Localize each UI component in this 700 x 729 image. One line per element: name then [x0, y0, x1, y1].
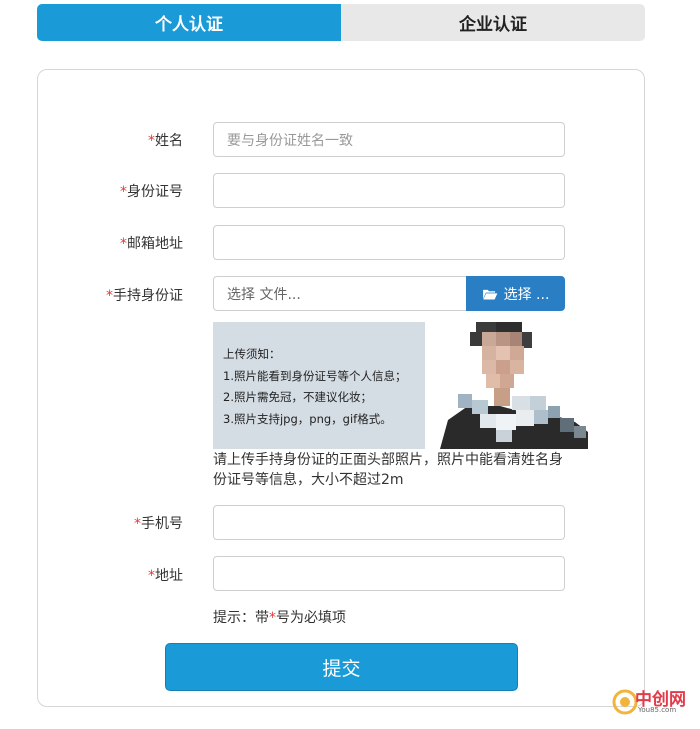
required-mark: * [106, 288, 113, 304]
submit-button[interactable]: 提交 [165, 643, 518, 691]
email-input[interactable] [213, 225, 565, 260]
notice-title: 上传须知： [223, 347, 281, 361]
email-label: *邮箱地址 [120, 236, 183, 252]
file-upload: 选择 文件... 选择 ... [213, 276, 565, 311]
file-name-field[interactable]: 选择 文件... [213, 276, 466, 311]
tab-enterprise-auth[interactable]: 企业认证 [341, 4, 645, 41]
idcard-label: *身份证号 [120, 184, 183, 200]
notice-line-3: 3.照片支持jpg，png，gif格式。 [223, 411, 392, 426]
upload-notice-box: 上传须知： 1.照片能看到身份证号等个人信息； 2.照片需免冠，不建议化妆； 3… [213, 322, 425, 449]
sample-photo [440, 322, 588, 449]
choose-file-button[interactable]: 选择 ... [466, 276, 565, 311]
notice-line-2: 2.照片需免冠，不建议化妆； [223, 390, 372, 404]
watermark-subtext: You85.com [638, 706, 677, 714]
handheld-id-label: *手持身份证 [106, 288, 183, 304]
upload-hint-text: 请上传手持身份证的正面头部照片，照片中能看清姓名身份证号等信息，大小不超过2m [213, 452, 563, 488]
address-input[interactable] [213, 556, 565, 591]
required-mark: * [148, 133, 155, 149]
name-input[interactable]: 要与身份证姓名一致 [213, 122, 565, 157]
required-mark: * [148, 568, 155, 584]
phone-label: *手机号 [134, 516, 183, 532]
notice-line-1: 1.照片能看到身份证号等个人信息； [223, 368, 407, 383]
phone-input[interactable] [213, 505, 565, 540]
tab-personal-auth[interactable]: 个人认证 [37, 4, 341, 41]
folder-open-icon [482, 289, 497, 300]
address-label: *地址 [148, 568, 183, 584]
name-placeholder: 要与身份证姓名一致 [227, 132, 353, 149]
name-label: *姓名 [148, 133, 183, 149]
required-mark: * [120, 184, 127, 200]
required-mark: * [120, 236, 127, 252]
required-fields-tip: 提示：带*号为必填项 [213, 610, 346, 626]
idcard-input[interactable] [213, 173, 565, 208]
required-mark: * [134, 516, 141, 532]
auth-tabs: 个人认证 企业认证 [37, 4, 645, 41]
site-watermark-logo: 中创网 You85.com [612, 683, 700, 723]
